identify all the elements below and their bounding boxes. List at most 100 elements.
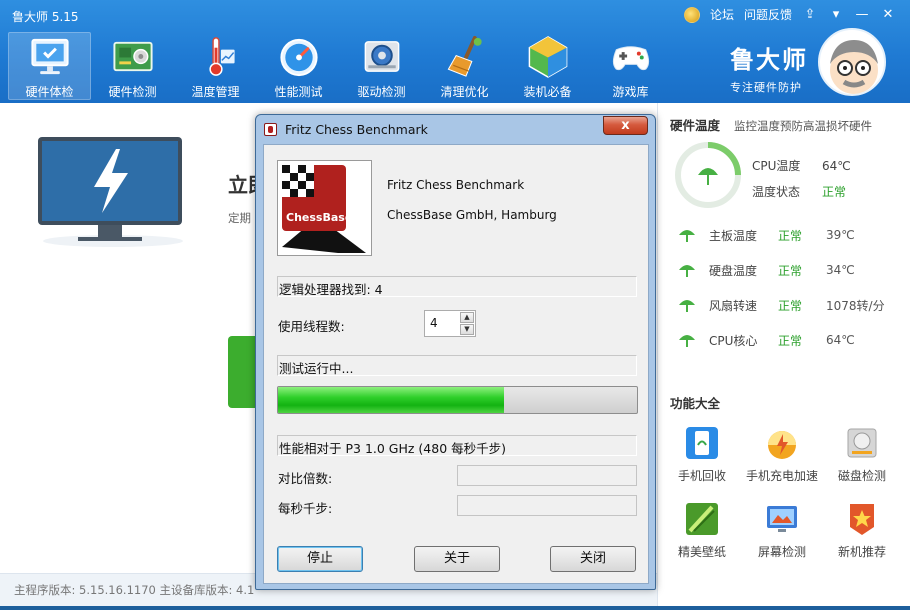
temp-row-disk: 硬盘温度 正常 34℃	[678, 261, 855, 279]
row-value: 64℃	[826, 333, 855, 347]
tool-driver[interactable]: 驱动检测	[340, 32, 423, 100]
gamepad-icon	[612, 46, 649, 71]
tool-temperature[interactable]: 温度管理	[174, 32, 257, 100]
temp-row-mainboard: 主板温度 正常 39℃	[678, 226, 855, 244]
speedometer-icon	[279, 38, 318, 77]
top-links: 论坛 问题反馈 ⇪ ▾ — ✕	[683, 6, 896, 23]
temperature-header: 硬件温度 监控温度预防高温损坏硬件	[670, 115, 872, 134]
close-dialog-button[interactable]: 关闭	[550, 546, 636, 572]
chessbase-logo-icon: ChessBase	[282, 165, 366, 253]
cpu-temp-value: 64℃	[822, 159, 851, 173]
tool-game-library[interactable]: 游戏库	[589, 32, 672, 100]
row-status: 正常	[778, 298, 803, 313]
tool-label: 清理优化	[440, 85, 489, 99]
knps-value-field	[457, 495, 637, 516]
feedback-link[interactable]: 问题反馈	[744, 6, 792, 23]
tool-wallpaper[interactable]: 精美壁纸	[662, 501, 742, 560]
tool-label: 新机推荐	[837, 545, 886, 559]
temperature-gauge[interactable]	[674, 141, 742, 209]
tool-label: 手机回收	[677, 469, 726, 483]
logo-text: ChessBase	[286, 211, 352, 224]
row-status: 正常	[778, 228, 803, 243]
performance-text: 性能相对于 P3 1.0 GHz (480 每秒千步)	[277, 435, 637, 456]
row-name: 硬盘温度	[709, 263, 758, 278]
menu-dropdown-icon[interactable]: ▾	[828, 7, 844, 22]
screen-test-icon	[767, 506, 797, 532]
right-panel: 硬件温度 监控温度预防高温损坏硬件 CPU温度 64℃ 温度状态 正常 主板温度…	[657, 103, 910, 606]
tool-label: 驱动检测	[357, 85, 406, 99]
benchmark-progress-bar	[277, 386, 638, 414]
new-device-icon	[850, 504, 874, 535]
tools-title: 功能大全	[670, 396, 721, 411]
phone-recycle-icon	[686, 427, 718, 459]
mascot-avatar	[818, 28, 886, 96]
medal-icon[interactable]	[683, 6, 700, 23]
tool-cleanup[interactable]: 清理优化	[423, 32, 506, 100]
threads-value[interactable]: 4	[430, 316, 438, 330]
cpu-temperature-block: CPU温度 64℃ 温度状态 正常	[752, 153, 851, 205]
brand-name: 鲁大师	[730, 46, 808, 74]
lightning-monitor-icon	[38, 137, 183, 247]
tool-label: 装机必备	[523, 85, 572, 99]
tool-new-device[interactable]: 新机推荐	[822, 501, 902, 560]
gear-driver-icon	[364, 41, 399, 72]
main-toolbar: 硬件体检 硬件检测 温度管理 性能测试 驱动检测 清理优化 装机必备 游戏库	[8, 32, 672, 100]
disk-check-icon	[847, 428, 877, 458]
stop-button[interactable]: 停止	[277, 546, 363, 572]
close-button[interactable]: ✕	[880, 7, 896, 22]
chessbase-logo: ChessBase	[277, 160, 372, 256]
tool-label: 精美壁纸	[677, 545, 726, 559]
row-value: 34℃	[826, 263, 855, 277]
dialog-close-button[interactable]: x	[603, 116, 648, 135]
processors-found-text: 逻辑处理器找到: 4	[277, 276, 637, 297]
charge-boost-icon	[768, 431, 796, 459]
app-title: 鲁大师 5.15	[12, 10, 79, 24]
monitor-check-icon	[30, 38, 69, 75]
umbrella-icon	[679, 335, 695, 347]
tool-label: 硬件体检	[25, 85, 74, 99]
about-button[interactable]: 关于	[414, 546, 500, 572]
temperature-description: 监控温度预防高温损坏硬件	[734, 119, 873, 133]
wallpaper-icon	[686, 503, 718, 535]
stepper-up-icon[interactable]: ▲	[460, 312, 474, 323]
tool-disk-check[interactable]: 磁盘检测	[822, 425, 902, 484]
app-header: 鲁大师 5.15 论坛 问题反馈 ⇪ ▾ — ✕ 硬件体检 硬件检测 温度管理 …	[0, 0, 910, 103]
umbrella-icon	[679, 265, 695, 277]
ratio-label: 对比倍数:	[278, 471, 333, 486]
stepper-down-icon[interactable]: ▼	[460, 324, 474, 335]
threads-label: 使用线程数:	[278, 319, 345, 334]
brand: 鲁大师 专注硬件防护	[730, 40, 808, 95]
cpu-temp-label: CPU温度	[752, 159, 801, 173]
minimize-button[interactable]: —	[854, 7, 870, 22]
tool-hardware-detect[interactable]: 硬件检测	[91, 32, 174, 100]
dialog-title: Fritz Chess Benchmark	[285, 122, 428, 137]
tool-phone-recycle[interactable]: 手机回收	[662, 425, 742, 484]
tool-hardware-checkup[interactable]: 硬件体检	[8, 32, 91, 100]
progress-fill	[278, 387, 505, 413]
hardware-board-icon	[112, 41, 153, 72]
tool-charge-boost[interactable]: 手机充电加速	[742, 425, 822, 484]
tool-label: 硬件检测	[108, 85, 157, 99]
knps-label: 每秒千步:	[278, 501, 333, 516]
row-name: CPU核心	[709, 333, 758, 348]
forum-link[interactable]: 论坛	[710, 6, 734, 23]
skin-icon[interactable]: ⇪	[802, 7, 818, 22]
tool-essentials[interactable]: 装机必备	[506, 32, 589, 100]
dialog-titlebar[interactable]: Fritz Chess Benchmark x	[256, 115, 655, 143]
row-status: 正常	[778, 333, 803, 348]
temp-state-value: 正常	[822, 185, 847, 199]
threads-stepper[interactable]: 4 ▲ ▼	[424, 310, 476, 337]
row-value: 39℃	[826, 228, 855, 242]
tool-performance[interactable]: 性能测试	[257, 32, 340, 100]
tool-screen-test[interactable]: 屏幕检测	[742, 501, 822, 560]
mascot-face-icon	[830, 40, 878, 94]
running-status-text: 测试运行中...	[277, 355, 637, 376]
tool-label: 屏幕检测	[757, 545, 806, 559]
temp-row-fan: 风扇转速 正常 1078转/分	[678, 296, 885, 314]
broom-icon	[447, 35, 482, 77]
temperature-title: 硬件温度	[670, 118, 721, 133]
tool-label: 游戏库	[612, 85, 649, 99]
cube-icon	[528, 36, 567, 78]
brand-slogan: 专注硬件防护	[730, 81, 802, 94]
row-status: 正常	[778, 263, 803, 278]
